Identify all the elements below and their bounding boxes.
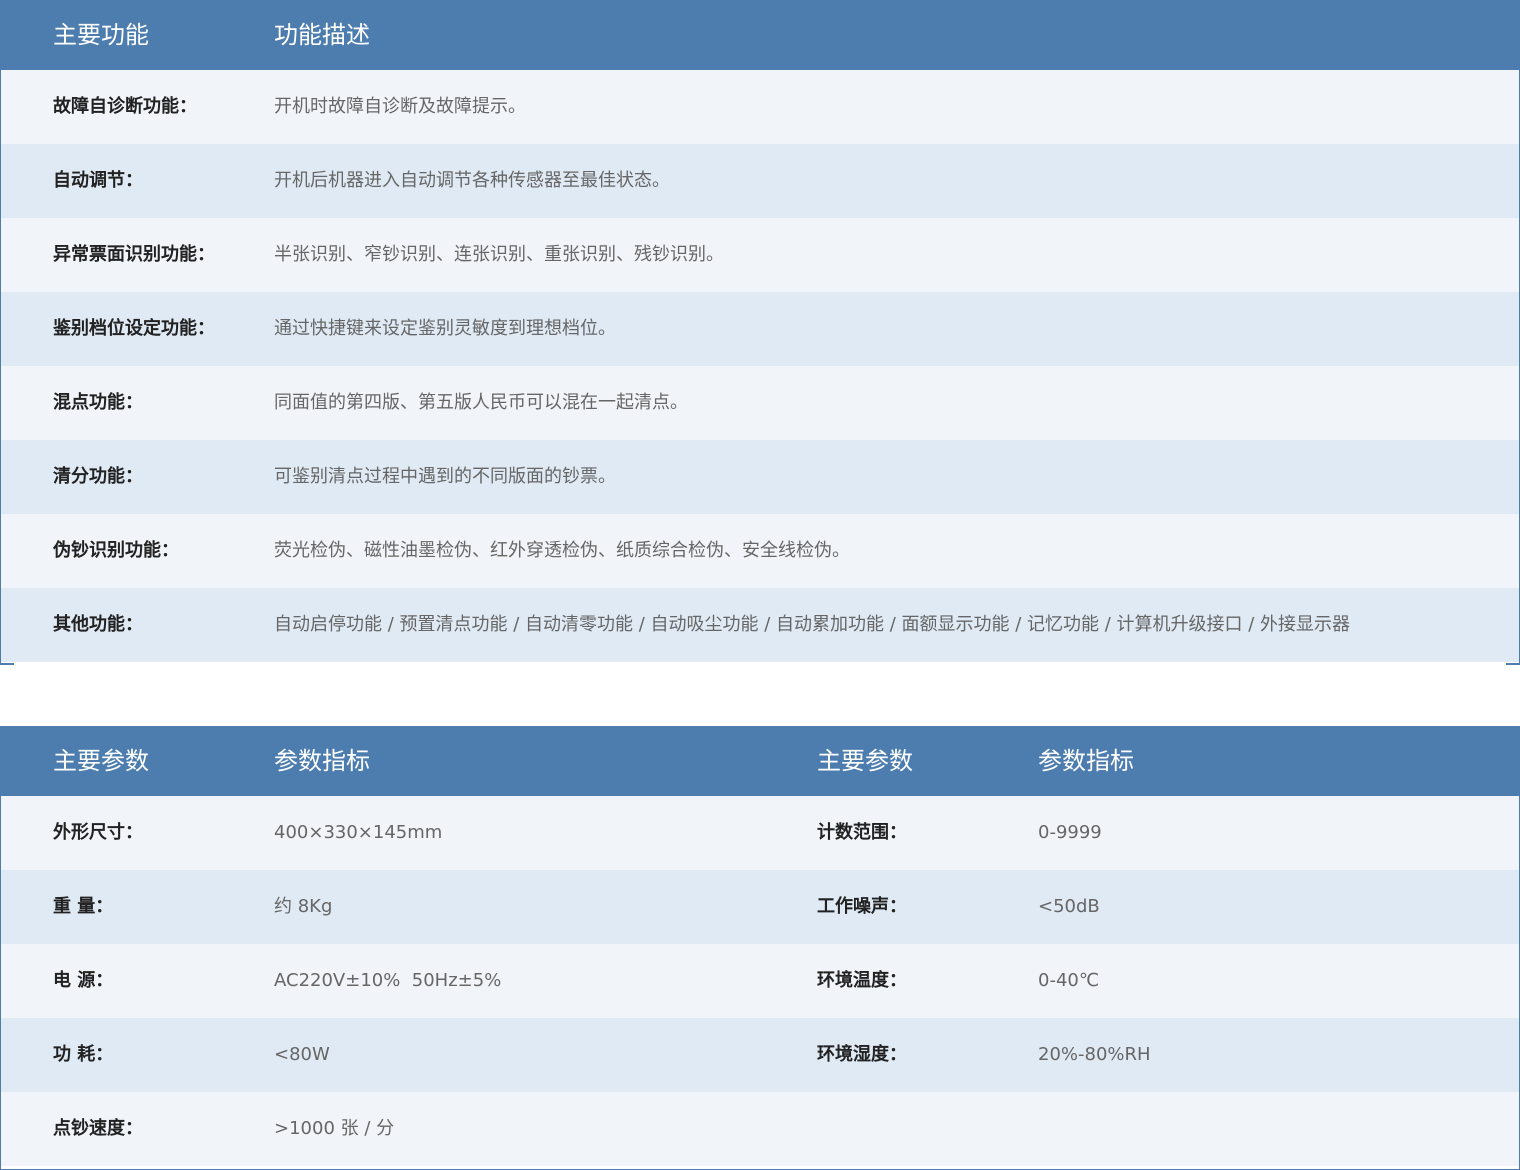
parameters-header-value-2: 参数指标 — [1038, 747, 1134, 775]
feature-name: 混点功能： — [53, 392, 143, 413]
feature-name: 故障自诊断功能： — [53, 96, 197, 117]
feature-row: 清分功能： 可鉴别清点过程中遇到的不同版面的钞票。 — [0, 440, 1520, 514]
parameters-header-param-2: 主要参数 — [817, 747, 913, 775]
parameter-label: 外形尺寸： — [53, 822, 143, 843]
feature-row: 鉴别档位设定功能： 通过快捷键来设定鉴别灵敏度到理想档位。 — [0, 292, 1520, 366]
parameter-label: 环境温度： — [817, 970, 907, 991]
parameter-value: <80W — [274, 1044, 330, 1065]
feature-description: 开机后机器进入自动调节各种传感器至最佳状态。 — [274, 170, 670, 191]
feature-row: 自动调节： 开机后机器进入自动调节各种传感器至最佳状态。 — [0, 144, 1520, 218]
features-header: 主要功能 功能描述 — [0, 0, 1520, 70]
feature-name: 鉴别档位设定功能： — [53, 318, 215, 339]
feature-description: 自动启停功能 / 预置清点功能 / 自动清零功能 / 自动吸尘功能 / 自动累加… — [274, 614, 1351, 635]
parameter-label: 电 源： — [53, 970, 114, 991]
feature-name: 伪钞识别功能： — [53, 540, 179, 561]
feature-description: 荧光检伪、磁性油墨检伪、红外穿透检伪、纸质综合检伪、安全线检伪。 — [274, 540, 850, 561]
parameters-table: 主要参数 参数指标 主要参数 参数指标 外形尺寸： 400×330×145mm … — [0, 726, 1520, 1170]
parameter-label: 环境湿度： — [817, 1044, 907, 1065]
parameter-label: 计数范围： — [817, 822, 907, 843]
parameter-label: 重 量： — [53, 896, 114, 917]
parameter-value: 400×330×145mm — [274, 822, 443, 843]
parameter-label: 工作噪声： — [817, 896, 907, 917]
features-header-function: 主要功能 — [53, 21, 149, 49]
feature-row: 故障自诊断功能： 开机时故障自诊断及故障提示。 — [0, 70, 1520, 144]
feature-name: 自动调节： — [53, 170, 143, 191]
parameter-row: 重 量： 约 8Kg 工作噪声： <50dB — [0, 870, 1520, 944]
parameter-label: 点钞速度： — [53, 1118, 143, 1139]
parameter-row: 点钞速度： >1000 张 / 分 — [0, 1092, 1520, 1166]
feature-name: 其他功能： — [53, 614, 143, 635]
features-header-description: 功能描述 — [274, 21, 370, 49]
parameters-header: 主要参数 参数指标 主要参数 参数指标 — [0, 726, 1520, 796]
feature-row: 混点功能： 同面值的第四版、第五版人民币可以混在一起清点。 — [0, 366, 1520, 440]
parameter-value: 0-40℃ — [1038, 970, 1100, 991]
parameter-value: AC220V±10% 50Hz±5% — [274, 970, 502, 991]
parameter-value: 20%-80%RH — [1038, 1044, 1151, 1065]
features-table: 主要功能 功能描述 故障自诊断功能： 开机时故障自诊断及故障提示。 自动调节： … — [0, 0, 1520, 665]
parameter-value: 约 8Kg — [274, 896, 333, 917]
feature-row: 伪钞识别功能： 荧光检伪、磁性油墨检伪、红外穿透检伪、纸质综合检伪、安全线检伪。 — [0, 514, 1520, 588]
parameters-header-value: 参数指标 — [274, 747, 370, 775]
feature-description: 可鉴别清点过程中遇到的不同版面的钞票。 — [274, 466, 616, 487]
parameter-row: 功 耗： <80W 环境湿度： 20%-80%RH — [0, 1018, 1520, 1092]
features-corner-right — [1506, 663, 1520, 665]
parameter-value: >1000 张 / 分 — [274, 1118, 395, 1139]
parameter-row: 电 源： AC220V±10% 50Hz±5% 环境温度： 0-40℃ — [0, 944, 1520, 1018]
parameter-value: 0-9999 — [1038, 822, 1102, 843]
parameter-value: <50dB — [1038, 896, 1100, 917]
feature-name: 清分功能： — [53, 466, 143, 487]
feature-row: 其他功能： 自动启停功能 / 预置清点功能 / 自动清零功能 / 自动吸尘功能 … — [0, 588, 1520, 662]
parameter-label: 功 耗： — [53, 1044, 114, 1065]
feature-description: 通过快捷键来设定鉴别灵敏度到理想档位。 — [274, 318, 616, 339]
parameters-header-param: 主要参数 — [53, 747, 149, 775]
feature-description: 半张识别、窄钞识别、连张识别、重张识别、残钞识别。 — [274, 244, 724, 265]
feature-row: 异常票面识别功能： 半张识别、窄钞识别、连张识别、重张识别、残钞识别。 — [0, 218, 1520, 292]
parameter-row: 外形尺寸： 400×330×145mm 计数范围： 0-9999 — [0, 796, 1520, 870]
feature-description: 开机时故障自诊断及故障提示。 — [274, 96, 526, 117]
feature-name: 异常票面识别功能： — [53, 244, 215, 265]
feature-description: 同面值的第四版、第五版人民币可以混在一起清点。 — [274, 392, 688, 413]
features-corner-left — [0, 663, 14, 665]
